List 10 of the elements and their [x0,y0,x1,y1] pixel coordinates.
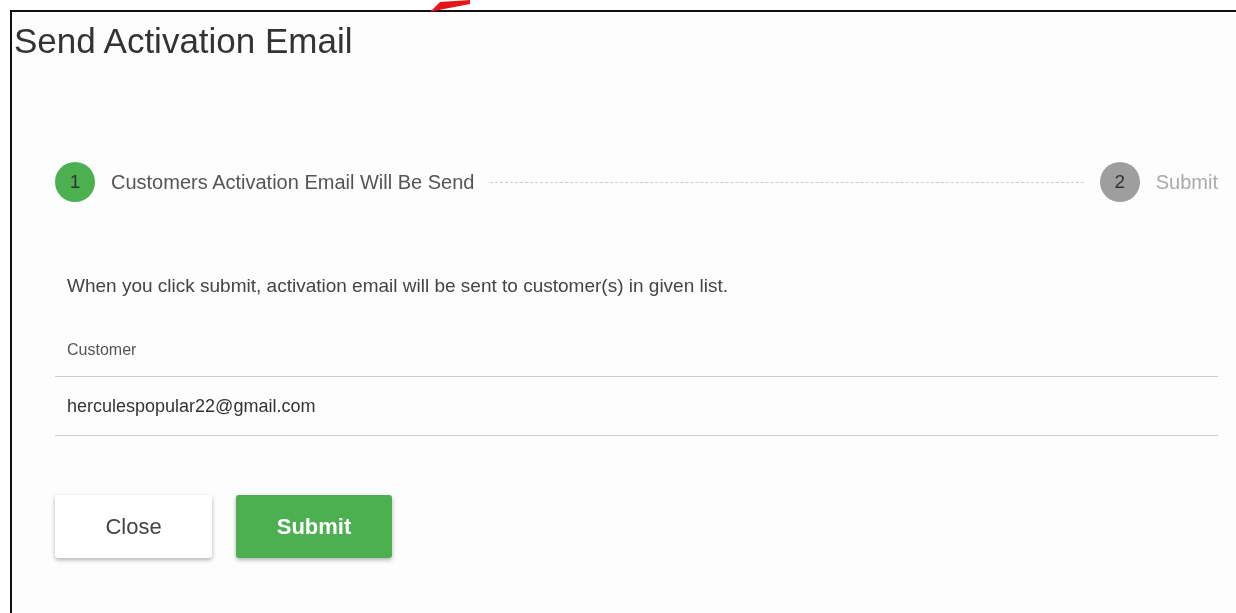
dialog-title: Send Activation Email [14,20,354,62]
step-label: Customers Activation Email Will Be Send [111,170,475,194]
field-label: Customer [67,341,138,359]
info-message: When you click submit, activation email will be sent to customer(s) in given list. [67,275,730,297]
customer-field[interactable]: herculespopular22@gmail.com [55,376,1218,436]
close-button[interactable]: Close [55,495,212,558]
step-label: Submit [1155,170,1218,194]
step-number: 1 [55,162,95,202]
step-number: 2 [1099,162,1140,202]
arrow-icon [428,0,470,12]
